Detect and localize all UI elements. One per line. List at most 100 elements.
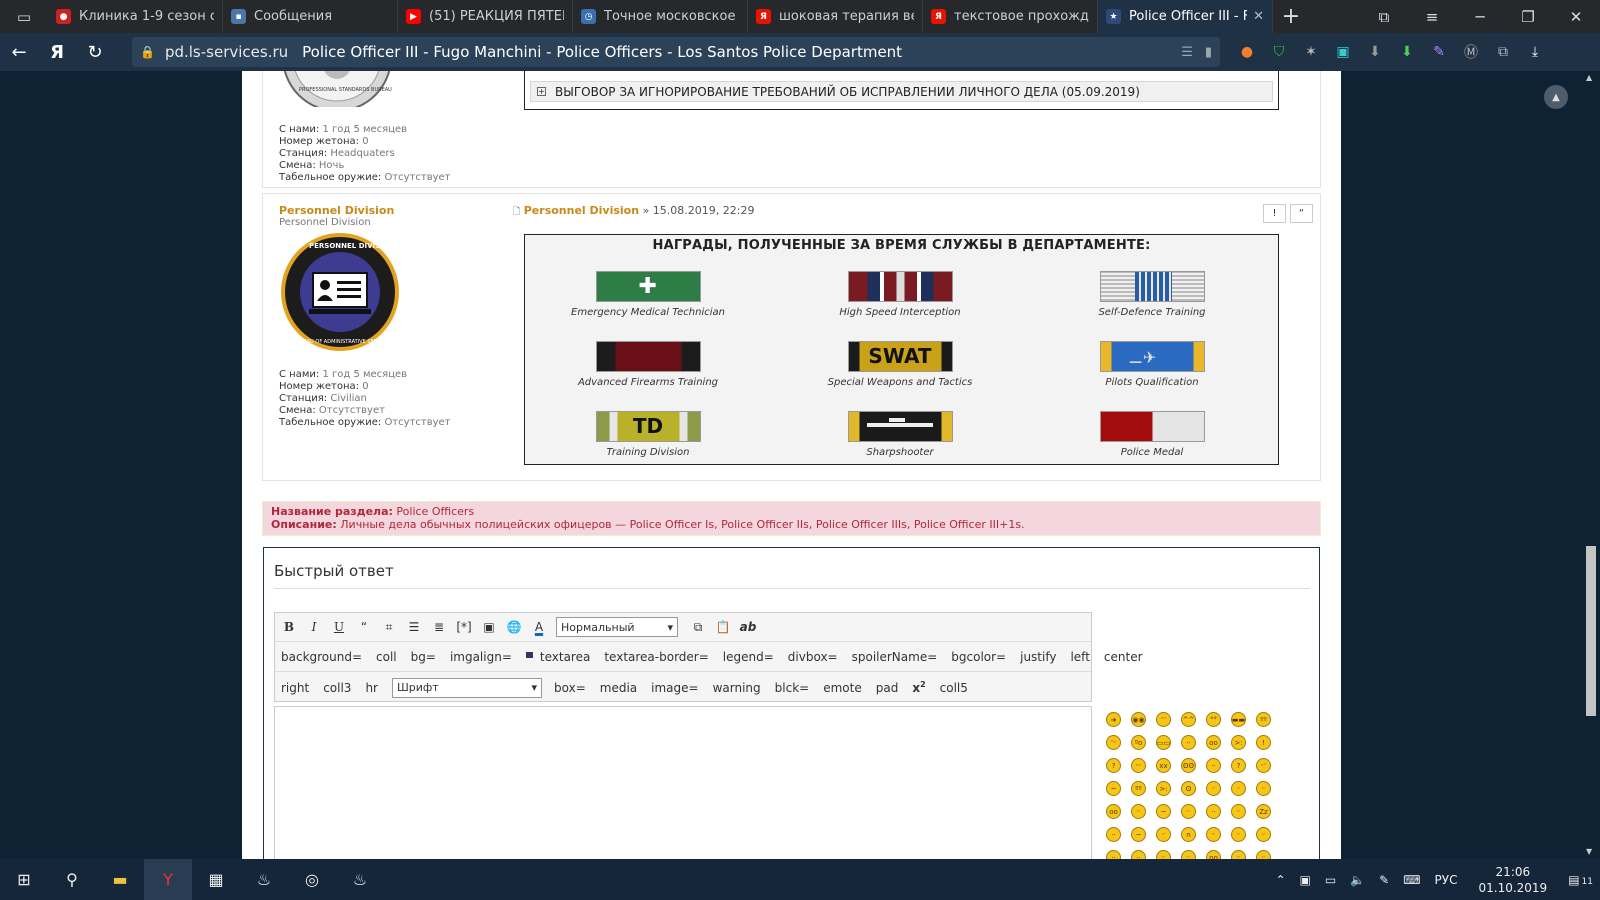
bbcode-button[interactable]: legend= bbox=[723, 650, 774, 664]
smiley-icon[interactable]: ^^ bbox=[1181, 712, 1196, 727]
bbcode-button[interactable]: pad bbox=[876, 681, 899, 695]
smiley-icon[interactable]: ᵕ bbox=[1181, 804, 1196, 819]
yandex-logo-icon[interactable]: Я bbox=[38, 33, 76, 71]
code-icon[interactable]: ⌗ bbox=[381, 619, 397, 635]
bold-icon[interactable]: B bbox=[281, 619, 297, 635]
smiley-icon[interactable]: ᵔᵕ bbox=[1106, 735, 1121, 750]
smiley-icon[interactable]: ◉◉ bbox=[1131, 712, 1146, 727]
smiley-icon[interactable]: >: bbox=[1156, 781, 1171, 796]
download-icon[interactable]: ⬇ bbox=[1394, 39, 1420, 65]
page-scrollbar[interactable]: ▲ ▼ bbox=[1582, 71, 1600, 859]
menu-icon[interactable]: ≡ bbox=[1408, 0, 1456, 33]
spellcheck-icon[interactable]: ab bbox=[740, 619, 757, 635]
extension-icon[interactable]: ▣ bbox=[1330, 39, 1356, 65]
smiley-icon[interactable]: ºo bbox=[1131, 735, 1146, 750]
smiley-icon[interactable]: ᵕᵕ bbox=[1131, 758, 1146, 773]
bbcode-button[interactable]: warning bbox=[713, 681, 761, 695]
report-button[interactable]: ! bbox=[1263, 204, 1286, 223]
browser-tab[interactable]: ▶ (51) РЕАКЦИЯ ПЯТЁРКИ bbox=[398, 0, 573, 33]
headset-app-icon[interactable]: ◎ bbox=[288, 859, 336, 900]
bullet-list-icon[interactable]: ☰ bbox=[406, 619, 422, 635]
clock[interactable]: 21:06 01.10.2019 bbox=[1471, 864, 1554, 896]
smiley-icon[interactable]: ~ bbox=[1106, 781, 1121, 796]
steam-icon[interactable]: ♨ bbox=[336, 859, 384, 900]
downloads-icon[interactable]: ⤓ bbox=[1522, 39, 1548, 65]
smiley-icon[interactable]: >: bbox=[1231, 735, 1246, 750]
smiley-icon[interactable]: ᵕ bbox=[1256, 827, 1271, 842]
bbcode-button[interactable]: coll bbox=[376, 650, 397, 664]
extension-icon[interactable]: ● bbox=[1234, 39, 1260, 65]
text-color-icon[interactable]: A bbox=[531, 619, 547, 635]
smiley-icon[interactable]: ᵕ bbox=[1256, 781, 1271, 796]
browser-tab[interactable]: ▪ Сообщения bbox=[223, 0, 398, 33]
pen-icon[interactable]: ✎ bbox=[1379, 873, 1389, 887]
bbcode-button[interactable]: imgalign= bbox=[450, 650, 512, 664]
superscript-icon[interactable]: x2 bbox=[912, 680, 925, 695]
smiley-icon[interactable]: ? bbox=[1231, 758, 1246, 773]
smiley-icon[interactable]: ᵕ bbox=[1156, 850, 1171, 859]
quote-button[interactable]: “ bbox=[1290, 204, 1313, 223]
steam-icon[interactable]: ♨ bbox=[240, 859, 288, 900]
bbcode-button[interactable]: image= bbox=[651, 681, 698, 695]
bbcode-button[interactable]: divbox= bbox=[788, 650, 838, 664]
extension-icon[interactable]: Ⓜ bbox=[1458, 39, 1484, 65]
smiley-icon[interactable]: ·· bbox=[1131, 850, 1146, 859]
bbcode-button[interactable]: textarea-border= bbox=[604, 650, 708, 664]
extension-icon[interactable]: ✎ bbox=[1426, 39, 1452, 65]
smiley-icon[interactable]: °° bbox=[1206, 712, 1221, 727]
adblock-shield-icon[interactable]: ⛉ bbox=[1266, 39, 1292, 65]
browser-tab[interactable]: ● Клиника 1-9 сезон сер bbox=[48, 0, 223, 33]
smiley-icon[interactable]: ᵕ bbox=[1156, 827, 1171, 842]
smiley-icon[interactable]: ᵕ bbox=[1131, 804, 1146, 819]
calculator-icon[interactable]: ▦ bbox=[192, 859, 240, 900]
bookmarks-icon[interactable]: ⧉ bbox=[1360, 0, 1408, 33]
quote-icon[interactable]: “ bbox=[356, 619, 372, 635]
smiley-icon[interactable]: ➜ bbox=[1106, 712, 1121, 727]
sidebar-toggle-icon[interactable]: ▭ bbox=[0, 0, 48, 33]
bbcode-button[interactable]: textarea bbox=[540, 650, 590, 664]
paste-icon[interactable]: 📋 bbox=[715, 619, 731, 635]
browser-tab[interactable]: ★ Police Officer III - Fug ✕ bbox=[1098, 0, 1273, 33]
smiley-icon[interactable]: oo bbox=[1206, 735, 1221, 750]
font-size-select[interactable]: Нормальный ▾ bbox=[556, 617, 678, 637]
smiley-icon[interactable]: ·· bbox=[1181, 735, 1196, 750]
new-tab-button[interactable]: + bbox=[1273, 0, 1309, 33]
bookmark-icon[interactable]: ▮ bbox=[1205, 45, 1212, 60]
smiley-icon[interactable]: ᵕᵔ bbox=[1256, 758, 1271, 773]
smiley-icon[interactable]: ʘ bbox=[1181, 781, 1196, 796]
smiley-icon[interactable]: oo bbox=[1106, 804, 1121, 819]
expand-plus-icon[interactable]: + bbox=[537, 87, 546, 96]
bbcode-button[interactable]: coll3 bbox=[323, 681, 351, 695]
smiley-icon[interactable]: xx bbox=[1156, 758, 1171, 773]
tray-chevron-icon[interactable]: ⌃ bbox=[1275, 873, 1285, 887]
bbcode-button[interactable]: justify bbox=[1020, 650, 1056, 664]
scrollbar-thumb[interactable] bbox=[1586, 546, 1596, 716]
smiley-icon[interactable]: Zz bbox=[1256, 804, 1271, 819]
search-icon[interactable]: ⚲ bbox=[48, 859, 96, 900]
language-indicator[interactable]: РУС bbox=[1435, 873, 1458, 887]
bbcode-button[interactable]: blck= bbox=[775, 681, 810, 695]
smiley-icon[interactable]: ·· bbox=[1206, 758, 1221, 773]
scroll-top-button[interactable]: ▲ bbox=[1544, 85, 1568, 109]
file-explorer-icon[interactable]: ▬ bbox=[96, 859, 144, 900]
reprimand-spoiler[interactable]: + ВЫГОВОР ЗА ИГНОРИРОВАНИЕ ТРЕБОВАНИЙ ОБ… bbox=[530, 81, 1273, 102]
smiley-icon[interactable]: oo bbox=[1206, 850, 1221, 859]
smiley-icon[interactable]: ·· bbox=[1206, 804, 1221, 819]
browser-tab[interactable]: Яшоковая терапия ведь bbox=[748, 0, 923, 33]
smiley-icon[interactable]: ▬▬ bbox=[1231, 712, 1246, 727]
network-icon[interactable]: ▣ bbox=[1300, 873, 1311, 887]
smiley-icon[interactable]: ᵕ bbox=[1256, 850, 1271, 859]
bbcode-button[interactable]: right bbox=[281, 681, 309, 695]
smiley-icon[interactable]: ᵕ bbox=[1181, 850, 1196, 859]
smiley-icon[interactable]: ᵕ bbox=[1206, 781, 1221, 796]
volume-icon[interactable]: 🔈 bbox=[1350, 873, 1365, 887]
smiley-icon[interactable]: ~ bbox=[1131, 827, 1146, 842]
image-icon[interactable]: ▣ bbox=[481, 619, 497, 635]
browser-tab[interactable]: ◷ Точное московское вр bbox=[573, 0, 748, 33]
yandex-browser-icon[interactable]: Y bbox=[144, 859, 192, 900]
notifications-icon[interactable]: ▤ 11 bbox=[1568, 873, 1593, 887]
reader-mode-icon[interactable]: ☰ bbox=[1181, 45, 1193, 60]
bbcode-button[interactable]: bg= bbox=[411, 650, 436, 664]
bbcode-button[interactable]: media bbox=[600, 681, 637, 695]
smiley-icon[interactable]: ᵕ bbox=[1231, 804, 1246, 819]
